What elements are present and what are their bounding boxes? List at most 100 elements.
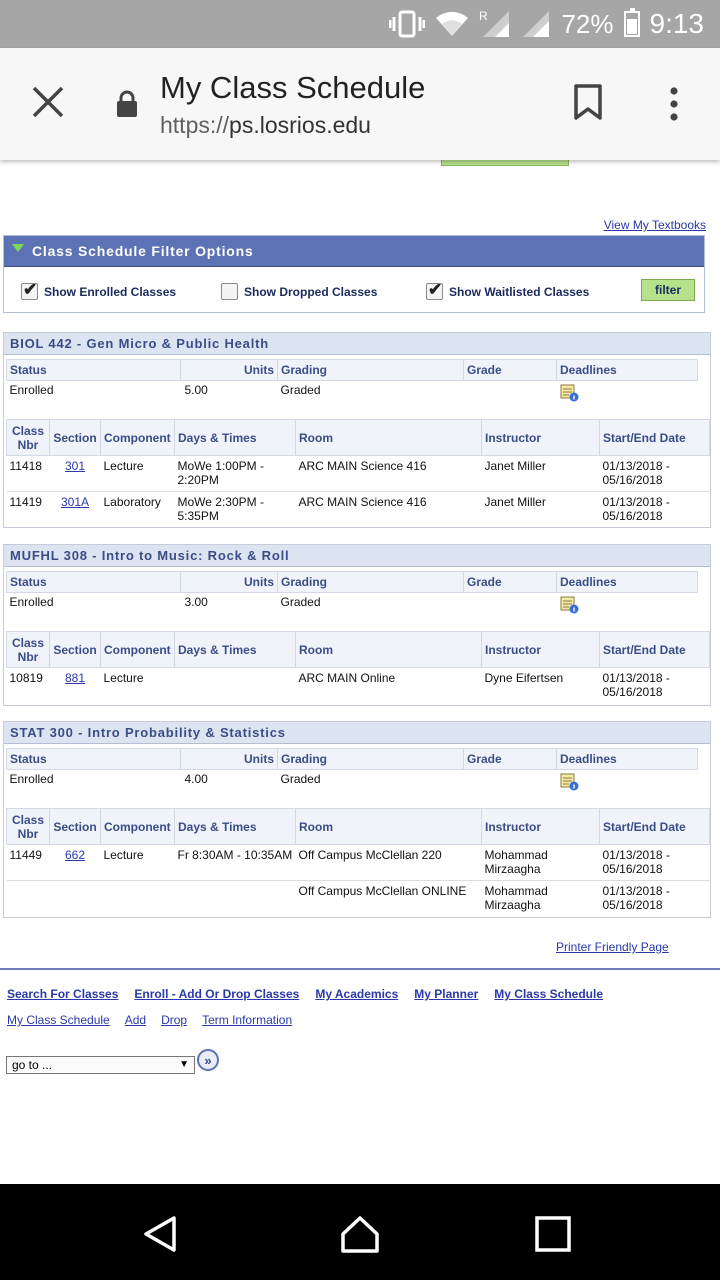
subnav-add[interactable]: Add [125,1013,146,1027]
show-dropped-checkbox[interactable]: Show Dropped Classes [221,283,377,300]
cut-off-button[interactable] [441,160,569,166]
checkbox-checked-icon[interactable] [21,280,38,300]
course-title: BIOL 442 - Gen Micro & Public Health [4,333,710,355]
class-table: Class Nbr Section Component Days & Times… [6,631,710,703]
component: Lecture [100,844,175,881]
goto-select[interactable]: go to ... ▼ [6,1056,195,1074]
section-link[interactable]: 881 [65,671,85,685]
room-header: Room [295,419,482,456]
instructor: Dyne Eifertsen [484,671,564,685]
deadlines-calendar-icon[interactable] [560,595,579,614]
url-host: ps.losrios.edu [229,112,371,138]
back-icon[interactable] [140,1214,180,1254]
filter-button[interactable]: filter [641,279,695,301]
clock: 9:13 [649,8,705,39]
android-nav-bar [0,1184,720,1280]
grade-header: Grade [463,748,557,770]
section-header: Section [49,419,101,456]
status-value: Enrolled [9,383,54,397]
checkbox-checked-icon[interactable] [426,280,443,300]
start-end-header: Start/End Date [599,808,710,845]
days-times-header: Days & Times [174,631,296,668]
days-times [175,881,296,917]
battery-percent: 72% [561,8,614,39]
show-waitlisted-label: Show Waitlisted Classes [449,284,590,299]
home-icon[interactable] [340,1214,380,1254]
instructor-header: Instructor [481,631,600,668]
course-block-stat: STAT 300 - Intro Probability & Statistic… [3,721,711,918]
sub-nav: My Class Schedule Add Drop Term Informat… [7,1013,292,1027]
signal-roaming-icon: R [479,9,510,37]
instructor: Janet Miller [481,455,600,492]
grading-header: Grading [277,571,464,593]
grading-value: Graded [280,772,321,786]
printer-friendly-link[interactable]: Printer Friendly Page [556,940,669,954]
room: ARC MAIN Science 416 [298,495,427,509]
close-icon[interactable] [30,84,66,120]
start-end-date: 01/13/2018 - 05/16/2018 [602,495,670,523]
show-enrolled-label: Show Enrolled Classes [44,284,177,299]
subnav-term-information[interactable]: Term Information [202,1013,292,1027]
subnav-my-class-schedule[interactable]: My Class Schedule [7,1013,110,1027]
wifi-icon [436,11,469,37]
table-row: 11418 301 Lecture MoWe 1:00PM - 2:20PM A… [6,455,710,492]
bookmark-icon[interactable] [572,84,604,120]
instructor: Mohammad Mirzaagha [481,844,600,881]
subnav-drop[interactable]: Drop [161,1013,187,1027]
filter-options-panel: Class Schedule Filter Options Show Enrol… [3,235,705,313]
status-table: Status Units Grading Grade Deadlines Enr… [6,571,698,619]
nav-my-academics[interactable]: My Academics [315,987,398,1001]
grading-header: Grading [277,359,464,381]
checkbox-unchecked-icon[interactable] [221,283,238,300]
status-table: Status Units Grading Grade Deadlines Enr… [6,359,698,407]
nav-my-planner[interactable]: My Planner [414,987,478,1001]
days-times [175,668,296,704]
signal-icon [523,11,550,37]
room: Off Campus McClellan 220 [295,844,482,881]
days-times: Fr 8:30AM - 10:35AM [174,844,296,881]
grade-header: Grade [463,359,557,381]
class-nbr-header: Class Nbr [6,808,50,845]
status-value: Enrolled [9,772,54,786]
show-enrolled-checkbox[interactable]: Show Enrolled Classes [21,280,177,300]
units-header: Units [180,359,278,381]
class-nbr-header: Class Nbr [6,419,50,456]
dropdown-arrow-icon[interactable]: ▼ [179,1057,189,1073]
more-vert-icon[interactable] [664,86,684,122]
go-button[interactable]: » [197,1049,219,1071]
component: Lecture [100,455,175,492]
component-header: Component [100,631,175,668]
class-nbr: 11418 [6,455,50,492]
units-header: Units [180,571,278,593]
grade-header: Grade [463,571,557,593]
grading-value: Graded [280,383,321,397]
page-title: My Class Schedule [160,70,426,105]
show-waitlisted-checkbox[interactable]: Show Waitlisted Classes [426,280,590,300]
nav-my-class-schedule[interactable]: My Class Schedule [494,987,603,1001]
deadlines-calendar-icon[interactable] [560,772,579,791]
section-link[interactable]: 301A [61,495,89,509]
start-end-date: 01/13/2018 - 05/16/2018 [599,455,710,492]
days-times-header: Days & Times [174,419,296,456]
nav-search-for-classes[interactable]: Search For Classes [7,987,118,1001]
battery-icon [623,8,640,37]
page-content: View My Textbooks Class Schedule Filter … [0,160,720,1184]
grade-value [464,770,557,797]
url-bar[interactable]: https://ps.losrios.edu [160,112,371,139]
expand-triangle-icon[interactable] [12,244,24,252]
deadlines-calendar-icon[interactable] [560,383,579,402]
filter-header[interactable]: Class Schedule Filter Options [4,236,704,267]
recents-icon[interactable] [533,1214,573,1254]
section-link[interactable]: 301 [65,459,85,473]
nav-enroll-add-drop[interactable]: Enroll - Add Or Drop Classes [134,987,299,1001]
grade-value [464,381,557,408]
status-header: Status [6,359,181,381]
grading-header: Grading [277,748,464,770]
view-textbooks-link[interactable]: View My Textbooks [604,218,706,232]
instructor: Janet Miller [484,495,546,509]
instructor-header: Instructor [481,808,600,845]
status-header: Status [6,571,181,593]
class-nbr: 11419 [9,495,42,509]
browser-toolbar: My Class Schedule https://ps.losrios.edu [0,48,720,160]
section-link[interactable]: 662 [65,848,85,862]
